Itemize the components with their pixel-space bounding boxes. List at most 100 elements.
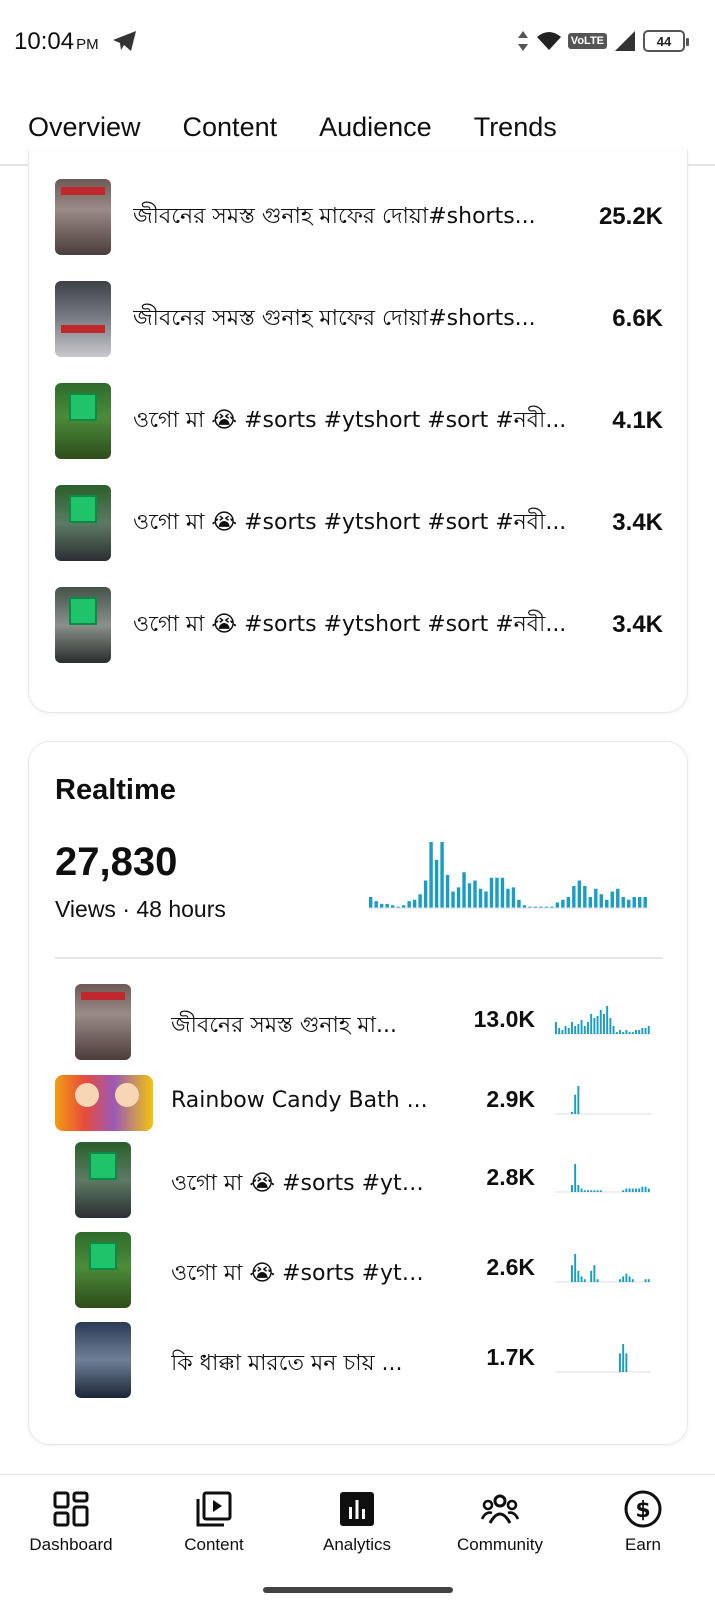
nav-earn[interactable]: $ Earn: [578, 1489, 708, 1555]
realtime-bar: [489, 877, 494, 908]
sparkline-bar: [625, 1353, 628, 1372]
sparkline-bar: [596, 1190, 599, 1192]
realtime-row[interactable]: কি ধাক্কা মারতে মন চায় ... 1.7K: [55, 1320, 663, 1402]
realtime-row[interactable]: ওগো মা 😭 #sorts #yts... 2.8K: [55, 1140, 663, 1222]
sparkline-bar: [596, 1016, 599, 1034]
content-row[interactable]: জীবনের সমস্ত গুনাহ মাফের দোয়া#shorts...…: [55, 280, 663, 358]
realtime-row[interactable]: জীবনের সমস্ত গুনাহ মা... 13.0K: [55, 982, 663, 1064]
video-thumbnail: [75, 1232, 131, 1308]
realtime-bar: [495, 877, 499, 908]
realtime-bar: [632, 897, 636, 908]
nav-dashboard[interactable]: Dashboard: [6, 1489, 136, 1555]
content-row[interactable]: ওগো মা 😭 #sorts #ytshort #sort #নবী... 3…: [55, 586, 663, 664]
video-views: 3.4K: [612, 611, 663, 638]
video-views: 6.6K: [612, 305, 663, 332]
content-row[interactable]: ওগো মা 😭 #sorts #ytshort #sort #নবী... 4…: [55, 382, 663, 460]
sparkline-bar: [564, 1026, 567, 1034]
sparkline-bar: [644, 1186, 647, 1192]
realtime-bar: [643, 897, 647, 908]
telegram-icon: [113, 31, 136, 51]
video-views: 1.7K: [486, 1344, 535, 1370]
sparkline-bar: [625, 1273, 628, 1282]
realtime-total-views: 27,830: [55, 840, 178, 884]
sparkline-bar: [580, 1188, 583, 1192]
realtime-bar: [374, 901, 378, 909]
sparkline: [555, 1164, 651, 1193]
sparkline-bar: [555, 1022, 557, 1034]
sparkline-bar: [599, 1190, 602, 1192]
nav-label: Dashboard: [29, 1535, 113, 1554]
realtime-bar: [616, 888, 620, 908]
realtime-row[interactable]: Rainbow Candy Bath ... 2.9K: [55, 1062, 663, 1144]
realtime-bar: [511, 887, 516, 909]
sparkline-bar: [631, 1188, 634, 1192]
realtime-bar: [385, 903, 389, 909]
nav-label: Content: [184, 1535, 244, 1554]
sparkline-bar: [561, 1030, 564, 1034]
sparkline-bar: [593, 1018, 596, 1034]
realtime-bar: [566, 897, 571, 908]
sparkline-bar: [647, 1188, 650, 1192]
sparkline-bar: [571, 1022, 573, 1034]
realtime-bar: [627, 899, 631, 908]
content-row[interactable]: জীবনের সমস্ত গুনাহ মাফের দোয়া#shorts...…: [55, 178, 663, 256]
video-thumbnail: [55, 179, 111, 255]
sparkline-bar: [577, 1270, 580, 1282]
sparkline: [555, 1006, 651, 1035]
sparkline-bar: [622, 1032, 625, 1034]
content-row[interactable]: ওগো মা 😭 #sorts #ytshort #sort #নবী... 3…: [55, 484, 663, 562]
video-title: ওগো মা 😭 #sorts #ytshort #sort #নবী...: [133, 407, 567, 433]
sparkline-bar: [599, 1010, 602, 1034]
realtime-bar: [506, 888, 510, 908]
home-indicator[interactable]: [263, 1587, 453, 1593]
nav-community[interactable]: Community: [435, 1489, 565, 1555]
sparkline-bar: [619, 1030, 621, 1034]
realtime-bar: [577, 880, 582, 908]
video-title: জীবনের সমস্ত গুনাহ মা...: [171, 1013, 397, 1038]
sparkline-bar: [574, 1164, 577, 1192]
sparkline-bar: [583, 1026, 586, 1034]
sparkline-bar: [590, 1190, 593, 1192]
sparkline-bar: [574, 1254, 577, 1282]
sparkline-bar: [587, 1022, 589, 1034]
sparkline-bar: [590, 1270, 593, 1282]
video-thumbnail: [75, 1322, 131, 1398]
sparkline: [555, 1254, 651, 1283]
sparkline-bar: [638, 1188, 641, 1192]
volte-badge: VoLTE: [567, 33, 607, 49]
realtime-bar-chart[interactable]: [369, 838, 649, 912]
video-views: 13.0K: [473, 1006, 535, 1032]
video-thumbnail: [55, 281, 111, 357]
video-title: ওগো মা 😭 #sorts #ytshort #sort #নবী...: [133, 611, 567, 637]
sparkline-bar: [596, 1279, 599, 1282]
status-bar: 10:04 PM VoLTE 44: [0, 0, 715, 82]
realtime-bar: [583, 886, 587, 908]
realtime-bar: [418, 894, 422, 908]
video-thumbnail: [55, 383, 111, 459]
sparkline-bar: [567, 1028, 570, 1034]
clock-ampm: PM: [76, 36, 99, 53]
data-arrows-icon: [517, 31, 528, 51]
sparkline-bar: [590, 1014, 593, 1034]
realtime-bar: [555, 902, 560, 908]
clock: 10:04: [14, 28, 75, 55]
realtime-bar: [621, 897, 625, 908]
realtime-bar: [412, 899, 417, 908]
sparkline-bar: [577, 1185, 580, 1192]
nav-content[interactable]: Content: [149, 1489, 279, 1555]
realtime-bar: [638, 897, 642, 908]
video-views: 2.8K: [486, 1164, 535, 1190]
realtime-bar: [407, 901, 411, 909]
video-thumbnail: [75, 984, 131, 1060]
realtime-bar: [599, 894, 603, 908]
realtime-row[interactable]: ওগো মা 😭 #sorts #yts... 2.6K: [55, 1230, 663, 1312]
realtime-bar: [610, 891, 614, 908]
video-views: 4.1K: [612, 407, 663, 434]
nav-analytics[interactable]: Analytics: [292, 1489, 422, 1555]
sparkline-bar: [647, 1026, 650, 1034]
sparkline-bar: [641, 1028, 644, 1034]
sparkline-bar: [622, 1190, 625, 1192]
video-title: ওগো মা 😭 #sorts #yts...: [171, 1171, 431, 1196]
sparkline-bar: [628, 1032, 631, 1034]
sparkline-bar: [583, 1190, 586, 1192]
